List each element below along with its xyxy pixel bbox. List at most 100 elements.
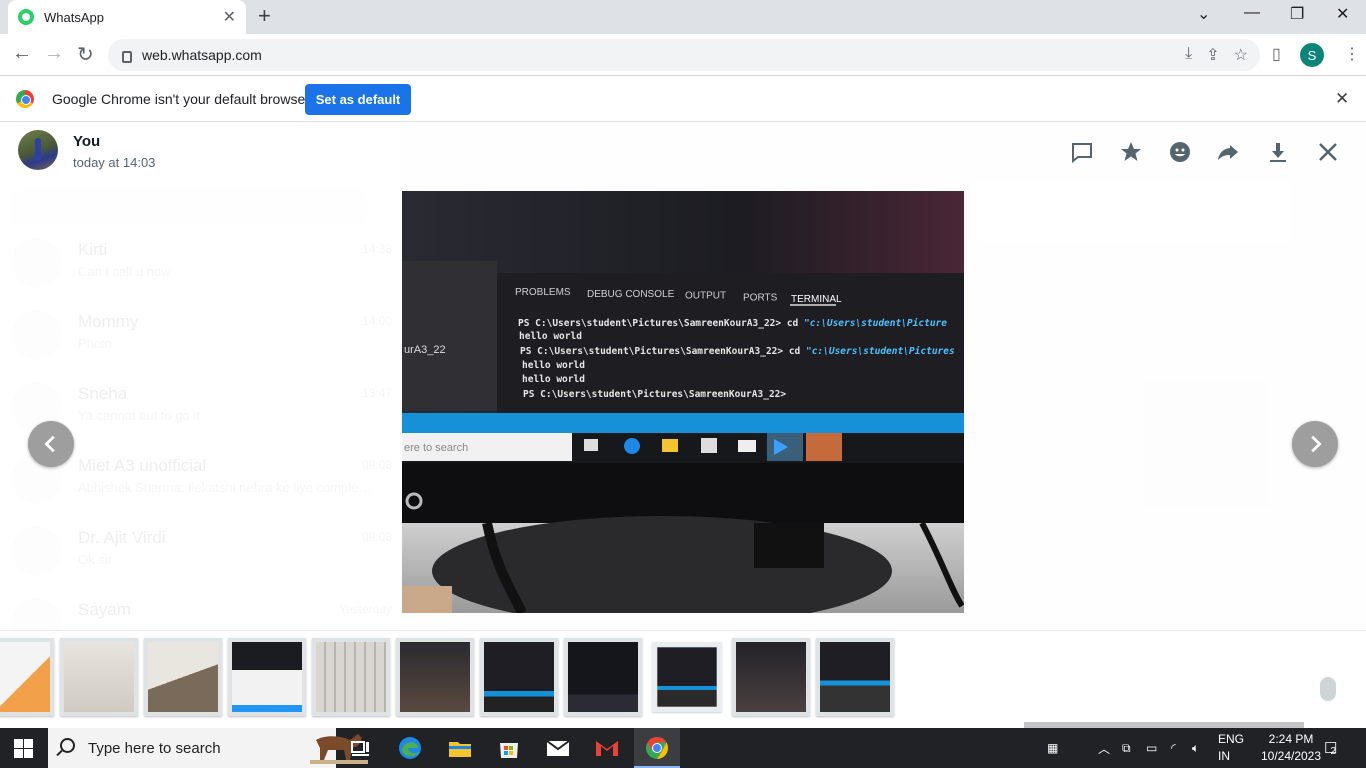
forward-icon[interactable]	[1216, 140, 1240, 169]
photo-panel-tab: PROBLEMS	[515, 287, 571, 298]
microphone-icon	[1320, 677, 1336, 701]
reply-icon[interactable]	[1070, 140, 1094, 169]
previous-media-button[interactable]	[28, 421, 74, 467]
terminal-line: hello world	[522, 374, 585, 385]
media-thumbnail[interactable]	[144, 638, 222, 716]
set-as-default-button[interactable]: Set as default	[305, 84, 411, 115]
battery-icon[interactable]: ▭	[1146, 728, 1157, 768]
terminal-prompt: PS C:\Users\student\Pictures\SamreenKour…	[523, 389, 786, 400]
download-icon[interactable]	[1266, 140, 1290, 169]
media-thumbnail-strip	[0, 630, 1366, 728]
edge-icon[interactable]	[396, 734, 424, 762]
taskbar-search-placeholder: Type here to search	[88, 739, 221, 757]
photo-taskview-icon	[584, 439, 598, 451]
restore-icon[interactable]: ❐	[1290, 4, 1304, 24]
media-thumbnail[interactable]	[480, 638, 558, 716]
media-thumbnail[interactable]	[228, 638, 306, 716]
input-language[interactable]: ENG IN	[1218, 731, 1244, 765]
wifi-icon[interactable]: ◜	[1171, 728, 1176, 768]
photo-side-label: urA3_22	[404, 344, 446, 356]
browser-toolbar: ← → ↻ web.whatsapp.com ⤓ ⇪ ☆ ▯ S ⋮	[0, 34, 1366, 76]
meet-now-icon[interactable]: ⧉	[1122, 728, 1131, 768]
terminal-line: hello world	[519, 331, 582, 342]
task-view-icon[interactable]	[346, 734, 374, 762]
photo-panel-tab: TERMINAL	[791, 294, 842, 305]
window-close-icon[interactable]: ✕	[1336, 4, 1349, 24]
forward-icon[interactable]: →	[44, 42, 64, 65]
windows-start-icon[interactable]	[14, 739, 33, 758]
side-panel-icon[interactable]: ▯	[1272, 44, 1281, 64]
show-hidden-icons-icon[interactable]: ︿	[1098, 728, 1110, 768]
photo-store-icon	[701, 438, 717, 453]
language-code: ENG	[1218, 732, 1245, 746]
share-icon[interactable]: ⇪	[1206, 45, 1219, 65]
reload-icon[interactable]: ↻	[77, 42, 94, 67]
sender-avatar[interactable]	[18, 130, 58, 170]
notification-center-icon[interactable]: ☐ 2	[1324, 728, 1337, 768]
thumbnail-image	[148, 642, 218, 712]
photo-search-text: ere to search	[404, 442, 468, 454]
news-widget-icon[interactable]: ▦	[1047, 728, 1058, 768]
volume-icon[interactable]: 🔈︎	[1192, 728, 1199, 768]
thumbnail-image	[400, 642, 470, 712]
terminal-prompt: PS C:\Users\student\Pictures\SamreenKour…	[518, 318, 804, 329]
tab-whatsapp[interactable]: WhatsApp ✕	[8, 0, 246, 34]
infobar-message: Google Chrome isn't your default browser	[52, 91, 310, 107]
back-icon[interactable]: ←	[12, 42, 32, 65]
media-thumbnail[interactable]	[816, 638, 894, 716]
menu-icon[interactable]: ⋮	[1344, 44, 1360, 64]
emoji-icon[interactable]	[1168, 140, 1192, 169]
lock-icon[interactable]	[122, 51, 132, 63]
tab-close-icon[interactable]: ✕	[223, 7, 236, 27]
sent-timestamp: today at 14:03	[73, 155, 156, 170]
windows-taskbar: Type here to search ▦ ︿ ⧉ ▭ ◜ 🔈︎ ENG IN …	[0, 728, 1366, 768]
taskbar-clock[interactable]: 2:24 PM 10/24/2023	[1250, 731, 1332, 765]
terminal-command-path: "c:\Users\student\Pictures	[806, 346, 955, 357]
whatsapp-icon	[18, 9, 34, 25]
media-thumbnail[interactable]	[0, 638, 54, 716]
tab-title: WhatsApp	[44, 9, 104, 25]
thumbnail-image	[64, 642, 134, 712]
thumbnail-image	[657, 647, 717, 707]
bookmark-star-icon[interactable]: ☆	[1234, 45, 1248, 65]
thumbnail-image	[736, 642, 806, 712]
install-icon[interactable]: ⤓	[1185, 45, 1192, 65]
thumbnail-image	[232, 642, 302, 712]
chrome-taskbar-icon	[646, 737, 668, 759]
thumbnail-image	[820, 642, 890, 712]
gmail-icon[interactable]	[593, 734, 621, 762]
photo-panel-tab: OUTPUT	[685, 291, 726, 302]
notification-count: 2	[1330, 745, 1337, 757]
star-icon[interactable]	[1119, 140, 1143, 169]
media-thumbnail[interactable]	[564, 638, 642, 716]
profile-avatar[interactable]: S	[1300, 43, 1324, 67]
default-browser-infobar: Google Chrome isn't your default browser…	[0, 76, 1366, 122]
terminal-line: PS C:\Users\student\Pictures\SamreenKour…	[518, 318, 947, 329]
microsoft-store-icon[interactable]	[495, 734, 523, 762]
media-thumbnail[interactable]	[60, 638, 138, 716]
media-thumbnail[interactable]	[651, 641, 723, 713]
photo-edge-icon	[624, 438, 640, 454]
sender-name: You	[73, 133, 101, 150]
infobar-close-icon[interactable]: ✕	[1335, 89, 1349, 109]
media-thumbnail[interactable]	[732, 638, 810, 716]
chevron-left-icon	[44, 435, 55, 453]
minimize-icon[interactable]: —	[1244, 4, 1260, 22]
taskbar-search-box[interactable]: Type here to search	[48, 728, 368, 768]
tab-search-icon[interactable]: ⌄	[1197, 4, 1210, 24]
media-thumbnail[interactable]	[396, 638, 474, 716]
address-bar[interactable]: web.whatsapp.com ⤓ ⇪ ☆	[108, 39, 1260, 71]
file-explorer-icon[interactable]	[446, 734, 474, 762]
close-icon[interactable]	[1316, 140, 1340, 169]
new-tab-icon[interactable]: +	[258, 3, 271, 29]
mail-icon[interactable]	[544, 734, 572, 762]
terminal-prompt: PS C:\Users\student\Pictures\SamreenKour…	[520, 346, 806, 357]
terminal-prompt: hello world	[522, 374, 585, 385]
terminal-command-path: "c:\Users\student\Picture	[804, 318, 947, 329]
next-media-button[interactable]	[1292, 421, 1338, 467]
chrome-taskbar-button[interactable]	[634, 728, 680, 768]
media-thumbnail[interactable]	[312, 638, 390, 716]
thumbnail-image	[0, 642, 50, 712]
terminal-line: PS C:\Users\student\Pictures\SamreenKour…	[520, 346, 955, 357]
chevron-right-icon	[1311, 435, 1322, 453]
